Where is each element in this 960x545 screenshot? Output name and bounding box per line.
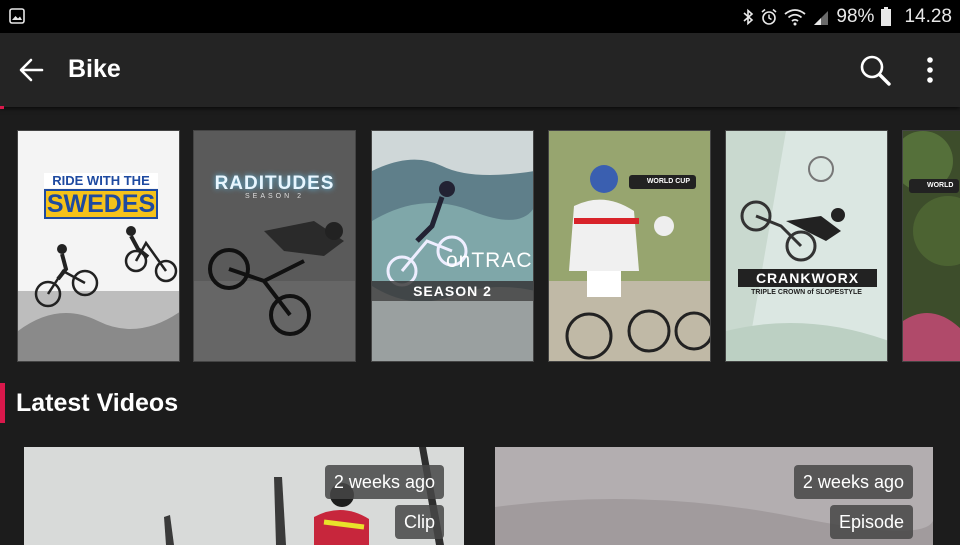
shows-carousel[interactable]: RIDE WITH THE SWEDES RADITUDES SEASON 2 [0,130,960,362]
show-card-ride-with-the-swedes[interactable]: RIDE WITH THE SWEDES [17,130,180,362]
battery-icon [881,6,892,26]
alarm-icon [761,8,777,25]
section-title: Latest Videos [16,389,179,417]
gallery-notification-icon [9,8,25,24]
accent-indicator [0,106,4,109]
clock: 14.28 [904,5,952,27]
poster-subtitle: SEASON 2 [244,193,304,200]
show-card-world-cup-2[interactable]: WORLD [902,130,960,362]
poster-title-main: SWEDES [46,190,156,218]
battery-percentage: 98% [836,5,875,27]
poster-badge: WORLD CUP [628,175,696,189]
video-type-badge: Episode [829,505,913,539]
video-type-badge: Clip [394,505,444,539]
show-card-world-cup[interactable]: WORLD CUP [548,130,711,362]
poster-title: SWEDES [44,189,158,219]
show-card-on-track[interactable]: onTRACK SEASON 2 [371,130,534,362]
poster-art [903,131,960,361]
more-options-icon[interactable] [918,53,942,87]
page-title: Bike [68,55,121,83]
show-card-crankworx[interactable]: CRANKWORX TRIPLE CROWN of SLOPESTYLE [725,130,888,362]
video-age-badge: 2 weeks ago [324,465,444,499]
section-accent-bar [0,383,5,423]
show-card-raditudes[interactable]: RADITUDES SEASON 2 [193,130,356,362]
poster-subtitle: TRIPLE CROWN of SLOPESTYLE [751,289,862,296]
poster-title-top: RIDE WITH THE [44,173,158,188]
video-age-badge: 2 weeks ago [793,465,913,499]
poster-art [549,131,710,361]
poster-art [726,131,887,361]
poster-art [18,226,179,361]
status-bar: 98% 14.28 [0,0,960,33]
app-bar: Bike [0,33,960,107]
video-card[interactable]: 2 weeks ago Episode [495,447,933,545]
wifi-icon [784,8,806,25]
signal-icon [814,10,829,25]
poster-art [372,131,533,361]
search-icon[interactable] [858,53,892,87]
poster-title: CRANKWORX [738,269,877,287]
poster-season-banner: SEASON 2 [372,281,533,301]
poster-badge: WORLD [909,179,960,193]
poster-art [194,131,355,361]
bluetooth-icon [743,8,754,25]
poster-title: RADITUDES [214,173,335,194]
video-card[interactable]: 2 weeks ago Clip [24,447,464,545]
poster-title: onTRACK [446,249,533,272]
back-arrow-icon[interactable] [16,55,46,85]
